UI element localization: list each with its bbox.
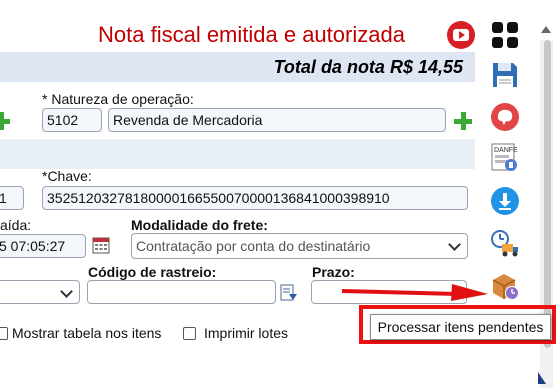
mostrar-tabela-checkbox[interactable] [0, 327, 8, 340]
total-bar: Total da nota R$ 14,55 [0, 52, 475, 82]
grid-menu-icon[interactable] [490, 20, 520, 50]
saida-label: aída: [0, 217, 32, 233]
modalidade-label: Modalidade do frete: [131, 217, 268, 233]
scroll-up-icon[interactable] [541, 26, 551, 33]
tooltip: Processar itens pendentes [370, 314, 551, 340]
chevron-down-icon [60, 285, 73, 298]
prazo-label: Prazo: [312, 264, 355, 280]
section-bar [0, 139, 475, 169]
total-value: Total da nota R$ 14,55 [273, 57, 463, 77]
rastreio-field[interactable] [87, 280, 276, 304]
chevron-down-icon [448, 238, 461, 251]
annotation-arrow-icon [340, 282, 490, 302]
chave-field[interactable]: 3525120327818000016655007000013684100039… [42, 186, 468, 210]
package-clock-icon[interactable] [490, 271, 520, 301]
youtube-icon[interactable] [447, 21, 475, 49]
scrollbar-thumb[interactable] [544, 40, 551, 348]
partial-sidebar-icon[interactable] [534, 370, 550, 386]
svg-text:DANFE: DANFE [494, 147, 518, 154]
danfe-icon[interactable]: DANFE [490, 143, 520, 173]
natureza-description-field[interactable]: Revenda de Mercadoria [108, 108, 446, 132]
serie-field[interactable]: 1 [0, 186, 24, 210]
modalidade-select[interactable]: Contratação por conta do destinatário [131, 233, 468, 259]
rastreio-label: Código de rastreio: [88, 264, 217, 280]
transport-select[interactable] [0, 280, 80, 304]
chave-label: *Chave: [42, 168, 92, 184]
natureza-label: * Natureza de operação: [42, 91, 194, 107]
imprimir-lotes-checkbox[interactable] [183, 327, 196, 340]
tracking-link-icon[interactable] [280, 284, 298, 302]
saida-datetime-field[interactable]: 5 07:05:27 [0, 234, 86, 258]
delivery-truck-clock-icon[interactable] [490, 228, 520, 258]
add-natureza-icon[interactable] [454, 112, 472, 130]
save-floppy-icon[interactable] [490, 60, 520, 90]
download-icon[interactable] [490, 186, 520, 216]
natureza-code-field[interactable]: 5102 [42, 108, 102, 132]
add-plus-icon-left[interactable] [0, 112, 10, 130]
status-message: Nota fiscal emitida e autorizada [98, 22, 405, 47]
mostrar-tabela-label: Mostrar tabela nos itens [12, 325, 162, 341]
modalidade-selected-value: Contratação por conta do destinatário [136, 238, 371, 254]
brain-icon[interactable] [490, 102, 520, 132]
calendar-icon[interactable] [92, 236, 110, 254]
imprimir-lotes-label: Imprimir lotes [204, 325, 289, 341]
